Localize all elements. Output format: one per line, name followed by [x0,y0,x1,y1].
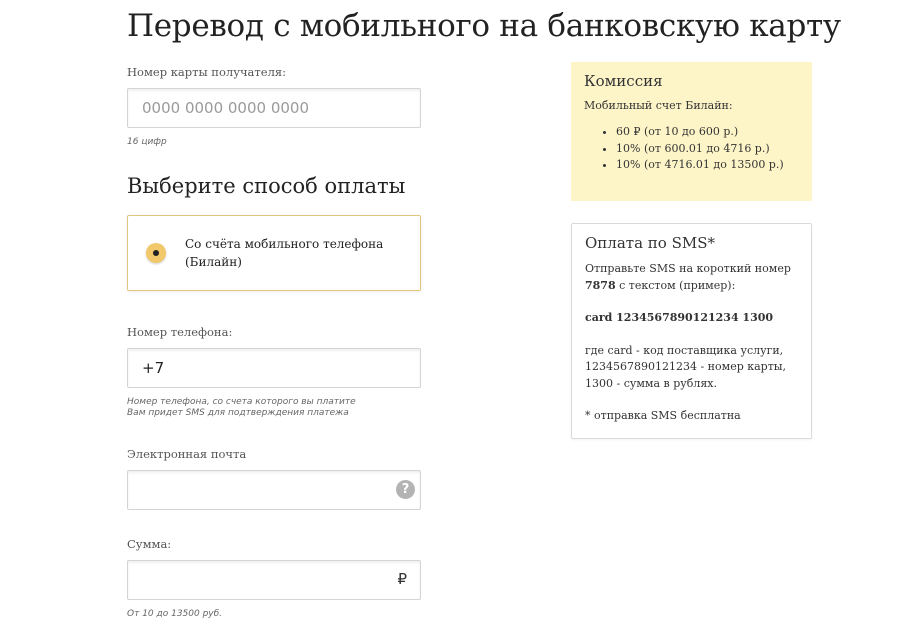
card-number-hint: 16 цифр [127,137,167,147]
payment-option-radio[interactable] [146,243,166,263]
email-label: Электронная почта [127,447,247,461]
sms-explanation: где card - код поставщика услуги, 123456… [585,343,798,393]
commission-item: 10% (от 600.01 до 4716 р.) [616,141,799,158]
phone-hint: Номер телефона, со счета которого вы пла… [127,397,356,419]
help-icon[interactable]: ? [396,480,415,499]
commission-item: 10% (от 4716.01 до 13500 р.) [616,157,799,174]
phone-label: Номер телефона: [127,325,233,339]
sms-short-number: 7878 [585,278,616,292]
commission-panel: Комиссия Мобильный счет Билайн: 60 ₽ (от… [571,62,812,201]
sms-footnote: * отправка SMS бесплатна [585,409,741,422]
sms-explain-line-1: где card - код поставщика услуги, [585,343,784,357]
card-number-input[interactable] [127,88,421,128]
email-field-wrap: ? [127,470,421,510]
sms-explain-line-2: 1234567890121234 - номер карты, [585,360,787,373]
payment-method-title: Выберите способ оплаты [127,174,406,198]
payment-option-mobile-account[interactable]: Со счёта мобильного телефона (Билайн) [127,215,421,291]
page-title: Перевод с мобильного на банковскую карту [127,8,841,44]
sms-explain-line-3: 1300 - сумма в рублях. [585,376,717,390]
phone-input[interactable] [127,348,421,388]
sms-intro-prefix: Отправьте SMS на короткий номер [585,262,791,275]
phone-hint-line-1: Номер телефона, со счета которого вы пла… [127,397,356,407]
amount-label: Сумма: [127,537,172,551]
radio-selected-dot [153,250,159,256]
commission-subtitle: Мобильный счет Билайн: [584,99,733,112]
commission-list: 60 ₽ (от 10 до 600 р.) 10% (от 600.01 до… [584,124,799,174]
commission-item: 60 ₽ (от 10 до 600 р.) [616,124,799,141]
ruble-icon: ₽ [397,570,407,588]
sms-intro: Отправьте SMS на короткий номер 7878 с т… [585,261,798,294]
sms-title: Оплата по SMS* [585,234,715,252]
sms-intro-suffix: с текстом (пример): [615,278,736,292]
email-input[interactable] [127,470,421,510]
amount-input[interactable] [127,560,421,600]
phone-hint-line-2: Вам придет SMS для подтверждения платежа [127,408,349,418]
payment-option-label: Со счёта мобильного телефона (Билайн) [185,237,384,269]
sms-payment-panel: Оплата по SMS* Отправьте SMS на короткий… [571,223,812,439]
sms-example: card 1234567890121234 1300 [585,311,774,324]
commission-title: Комиссия [584,72,663,90]
amount-hint: От 10 до 13500 руб. [127,609,223,619]
card-number-label: Номер карты получателя: [127,65,287,79]
amount-field-wrap: ₽ [127,560,421,600]
